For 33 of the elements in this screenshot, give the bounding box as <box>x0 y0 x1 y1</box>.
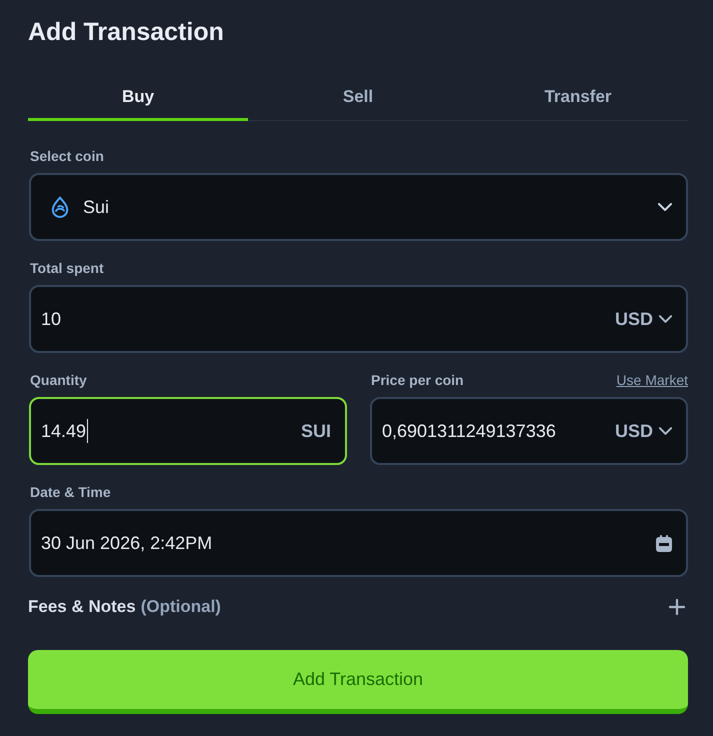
chevron-down-icon <box>658 203 672 211</box>
use-market-link[interactable]: Use Market <box>616 372 688 389</box>
dialog-title: Add Transaction <box>28 17 225 47</box>
price-per-coin-field[interactable]: 0,6901311249137336 USD <box>370 397 688 465</box>
calendar-icon[interactable] <box>656 534 672 552</box>
currency-dropdown[interactable]: USD <box>614 308 672 330</box>
field-label: Total spent <box>29 260 104 277</box>
optional-hint: (Optional) <box>140 596 221 618</box>
tab[interactable]: Buy <box>28 75 248 121</box>
quantity-value: 14.49 <box>41 420 86 442</box>
selected-coin: Sui <box>83 196 110 218</box>
field-label: Select coin <box>29 148 104 165</box>
date-time-field[interactable]: 30 Jun 2026, 2:42PM <box>29 509 688 577</box>
droplet-icon <box>51 196 69 218</box>
field-label: Price per coin <box>370 372 464 389</box>
text-cursor <box>87 419 88 443</box>
coin-unit: SUI <box>300 420 331 442</box>
price-value: 0,6901311249137336 <box>382 420 556 442</box>
fees-notes-toggle[interactable]: Fees & Notes (Optional) <box>28 596 688 618</box>
tab[interactable]: Transfer <box>468 75 688 121</box>
plus-icon <box>669 599 685 615</box>
tab[interactable]: Sell <box>248 75 468 121</box>
chevron-down-icon <box>659 315 672 323</box>
add-transaction-button[interactable]: Add Transaction <box>28 650 688 714</box>
chevron-down-icon <box>659 427 672 435</box>
quantity-field[interactable]: 14.49 SUI <box>29 397 347 465</box>
field-label: Date & Time <box>29 484 111 501</box>
coin-select[interactable]: Sui <box>29 173 688 241</box>
total-spent-value: 10 <box>41 308 62 330</box>
total-spent-field[interactable]: 10 USD <box>29 285 688 353</box>
currency-dropdown[interactable]: USD <box>614 420 672 442</box>
date-time-value: 30 Jun 2026, 2:42PM <box>41 532 212 554</box>
field-label: Quantity <box>29 372 87 389</box>
